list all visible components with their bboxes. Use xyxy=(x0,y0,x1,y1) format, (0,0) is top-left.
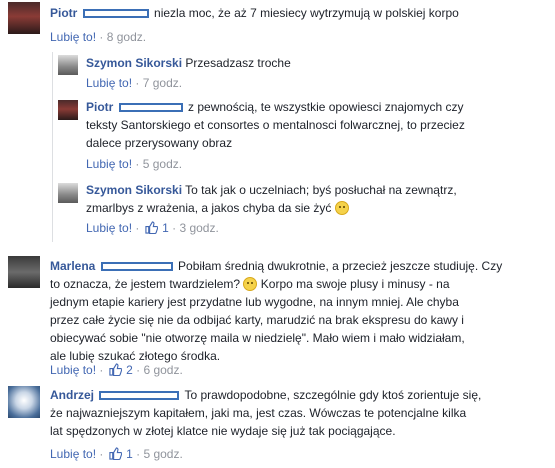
comment-text-line: dalece przerysowany obraz xyxy=(86,136,233,150)
timestamp[interactable]: 8 godz. xyxy=(107,30,146,44)
avatar[interactable] xyxy=(58,100,78,120)
author-link[interactable]: Piotr xyxy=(50,6,77,20)
comment-text: niezla moc, że aż 7 miesiecy wytrzymują … xyxy=(154,6,459,20)
like-button[interactable]: Lubię to! xyxy=(86,76,132,90)
comment-text-line: to oznacza, że jestem twardzielem? xyxy=(50,277,241,291)
redacted-name-box xyxy=(82,9,149,19)
separator: · xyxy=(135,157,140,171)
smile-emoji-icon xyxy=(334,201,349,215)
like-button[interactable]: Lubię to! xyxy=(50,447,96,461)
separator: · xyxy=(99,30,104,44)
author-link[interactable]: Piotr xyxy=(86,100,113,114)
timestamp[interactable]: 5 godz. xyxy=(143,447,182,461)
separator: · xyxy=(135,221,140,235)
comment-text-line: z pewnością, te wszystkie opowiesci znaj… xyxy=(188,100,464,114)
separator: · xyxy=(136,447,141,461)
comment-text-line: teksty Santorskiego et consortes o menta… xyxy=(86,118,465,132)
avatar[interactable] xyxy=(58,55,78,75)
comment-text-line: jednym etapie kariery jest przydatne lub… xyxy=(50,295,459,309)
author-link[interactable]: Szymon Sikorski xyxy=(86,56,182,70)
like-button[interactable]: Lubię to! xyxy=(50,363,96,377)
avatar[interactable] xyxy=(8,256,40,288)
comment-text-line: obiecywać sobie "nie otworzę maila w nie… xyxy=(50,331,465,345)
comment-text-line: Korpo ma swoje plusy i minusy - na xyxy=(260,277,450,291)
separator: · xyxy=(136,363,141,377)
avatar[interactable] xyxy=(8,2,40,34)
redacted-name-box xyxy=(118,103,183,113)
separator: · xyxy=(172,221,177,235)
comment-text-line: Pobiłam średnią dwukrotnie, a przecież j… xyxy=(178,259,503,273)
timestamp[interactable]: 5 godz. xyxy=(143,157,182,171)
like-count[interactable]: 2 xyxy=(126,363,133,377)
thumbs-up-icon[interactable] xyxy=(109,363,122,376)
comment-text-line: To prawdopodobne, szczególnie gdy ktoś z… xyxy=(184,388,482,402)
like-count[interactable]: 1 xyxy=(126,447,133,461)
redacted-name-box xyxy=(99,391,180,401)
avatar[interactable] xyxy=(8,386,40,418)
author-link[interactable]: Szymon Sikorski xyxy=(86,183,182,197)
comment-text-line: że najwazniejszym kapitałem, jaki ma, je… xyxy=(50,406,467,420)
thumbs-up-icon[interactable] xyxy=(109,447,122,460)
like-button[interactable]: Lubię to! xyxy=(50,30,96,44)
like-button[interactable]: Lubię to! xyxy=(86,157,132,171)
separator: · xyxy=(99,447,104,461)
timestamp[interactable]: 7 godz. xyxy=(143,76,182,90)
redacted-name-box xyxy=(100,262,173,272)
timestamp[interactable]: 3 godz. xyxy=(179,221,218,235)
comment-text-line: przez całe życie się nie da odbijać kart… xyxy=(50,313,464,327)
smile-emoji-icon xyxy=(243,277,258,291)
separator: · xyxy=(99,363,104,377)
like-button[interactable]: Lubię to! xyxy=(86,221,132,235)
author-link[interactable]: Marlena xyxy=(50,259,95,273)
comment-text-line: lat spędzonych w złotej klatce nie wydaj… xyxy=(50,424,396,438)
comment-text-line: zmarlbys z wrażenia, a jakos chyba da si… xyxy=(86,201,332,215)
thumbs-up-icon[interactable] xyxy=(145,221,158,234)
comment-text: Przesadzasz troche xyxy=(185,56,291,70)
avatar[interactable] xyxy=(58,183,78,203)
timestamp[interactable]: 6 godz. xyxy=(143,363,182,377)
separator: · xyxy=(135,76,140,90)
author-link[interactable]: Andrzej xyxy=(50,388,94,402)
like-count[interactable]: 1 xyxy=(162,221,169,235)
reply-thread-line xyxy=(52,52,53,242)
comment-text-line: ale lubię szukać złotego środka. xyxy=(50,349,221,363)
comment-text-line: To tak jak o uczelniach; byś posłuchał n… xyxy=(185,183,457,197)
